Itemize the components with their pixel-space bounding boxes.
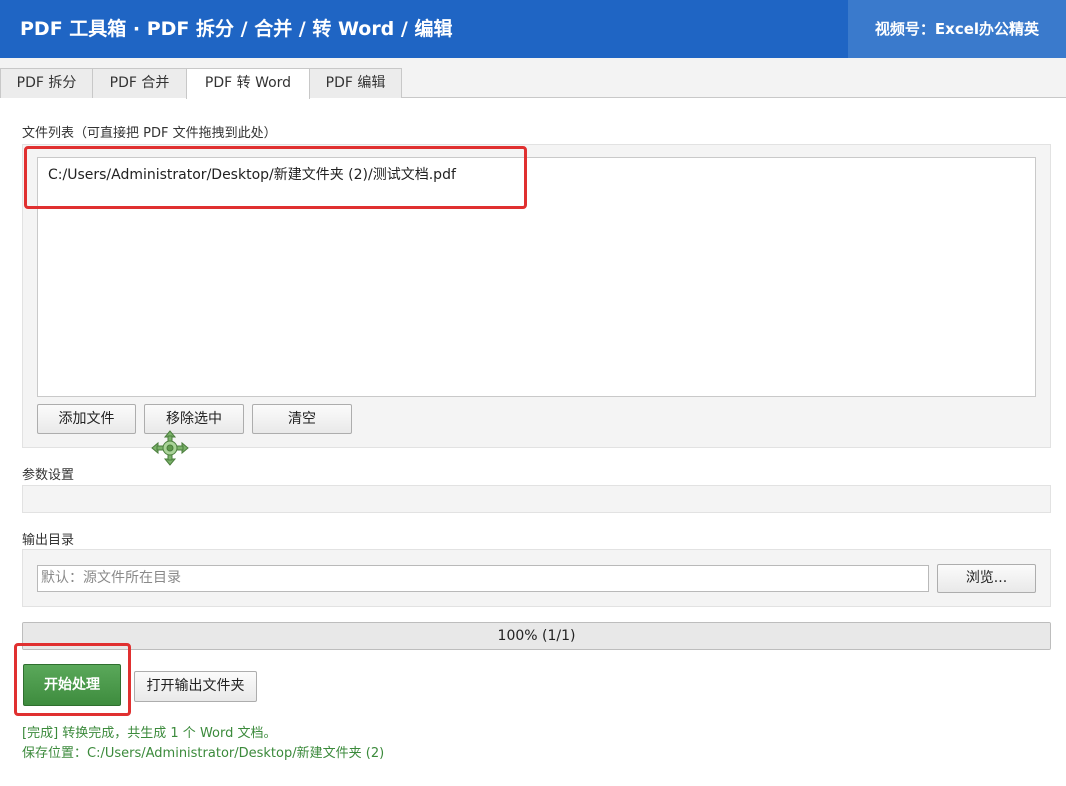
params-label: 参数设置 <box>22 468 75 483</box>
output-label: 输出目录 <box>22 533 75 548</box>
open-output-folder-button[interactable]: 打开输出文件夹 <box>134 671 257 702</box>
progress-text: 100% (1/1) <box>497 628 576 644</box>
move-cursor-icon <box>151 430 189 466</box>
app-header: PDF 工具箱 · PDF 拆分 / 合并 / 转 Word / 编辑 视频号：… <box>0 0 1066 58</box>
highlight-file-path <box>24 146 527 209</box>
channel-badge: 视频号：Excel办公精英 <box>848 0 1066 58</box>
app-title: PDF 工具箱 · PDF 拆分 / 合并 / 转 Word / 编辑 <box>20 18 453 40</box>
add-file-button[interactable]: 添加文件 <box>37 404 136 434</box>
params-panel <box>22 485 1051 513</box>
file-list-label: 文件列表（可直接把 PDF 文件拖拽到此处） <box>22 126 277 141</box>
tab-pdf-split[interactable]: PDF 拆分 <box>0 68 93 98</box>
tab-pdf-to-word[interactable]: PDF 转 Word <box>186 68 310 99</box>
clear-button[interactable]: 清空 <box>252 404 352 434</box>
tab-pdf-edit[interactable]: PDF 编辑 <box>309 68 402 98</box>
tab-pdf-merge[interactable]: PDF 合并 <box>92 68 187 98</box>
status-line-result: [完成] 转换完成，共生成 1 个 Word 文档。 <box>22 726 277 741</box>
progress-bar: 100% (1/1) <box>22 622 1051 650</box>
browse-button[interactable]: 浏览... <box>937 564 1036 593</box>
tab-bar: PDF 拆分 PDF 合并 PDF 转 Word PDF 编辑 <box>0 58 1066 99</box>
status-line-location: 保存位置：C:/Users/Administrator/Desktop/新建文件… <box>22 746 385 761</box>
output-dir-input[interactable]: 默认：源文件所在目录 <box>37 565 929 592</box>
start-processing-button[interactable]: 开始处理 <box>23 664 121 706</box>
